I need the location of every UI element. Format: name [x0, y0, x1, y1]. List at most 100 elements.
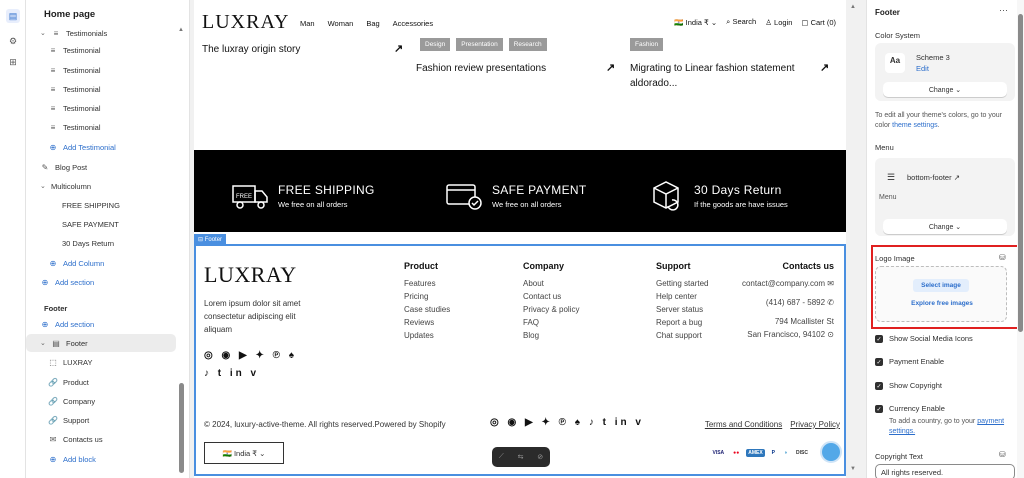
footer-link[interactable]: Contact us: [523, 290, 579, 303]
list-icon: ≡: [50, 84, 56, 94]
footer-link[interactable]: Chat support: [656, 329, 708, 342]
tree-item[interactable]: ⬚ LUXRAY: [26, 353, 176, 371]
show-social-icons-checkbox[interactable]: ✓ Show Social Media Icons: [875, 334, 973, 343]
contact-phone[interactable]: (414) 687 - 5892 ✆: [742, 296, 834, 309]
arrow-up-right-icon[interactable]: ↗: [394, 42, 403, 55]
settings-scrollbar[interactable]: [1017, 0, 1024, 478]
store-logo[interactable]: LUXRAY: [202, 11, 290, 34]
tree-item[interactable]: ≡ Testimonial: [26, 99, 176, 117]
gear-icon[interactable]: ⚙: [6, 34, 20, 48]
footer-link[interactable]: Blog: [523, 329, 579, 342]
tree-item[interactable]: ≡ Testimonial: [26, 41, 176, 59]
tree-item[interactable]: ≡ Testimonial: [26, 61, 176, 79]
blog-post-title[interactable]: The luxray origin story: [202, 44, 300, 55]
social-icons-row[interactable]: ♪ t in v: [204, 365, 324, 383]
nav-link-man[interactable]: Man: [300, 19, 315, 28]
apps-icon[interactable]: ⊞: [6, 55, 20, 69]
footer-link[interactable]: Pricing: [404, 290, 450, 303]
preview-scrollbar[interactable]: ▲ ▼: [850, 0, 856, 478]
change-scheme-button[interactable]: Change ⌄: [883, 82, 1007, 97]
nav-link-bag[interactable]: Bag: [366, 19, 379, 28]
scroll-down-icon[interactable]: ▼: [850, 466, 856, 472]
footer-link[interactable]: Updates: [404, 329, 450, 342]
footer-link[interactable]: Help center: [656, 290, 708, 303]
login-link[interactable]: ♙ Login: [765, 18, 792, 27]
tag[interactable]: Research: [508, 38, 547, 51]
more-options-icon[interactable]: ···: [999, 5, 1008, 15]
select-image-button[interactable]: Select image: [913, 279, 969, 292]
search-link[interactable]: ⌕ Search: [726, 17, 756, 27]
nav-link-accessories[interactable]: Accessories: [393, 19, 433, 28]
currency-enable-checkbox[interactable]: ✓ Currency Enable: [875, 404, 945, 413]
tree-add-item[interactable]: ⊕ Add section: [26, 315, 176, 333]
tree-item[interactable]: ≡ Testimonial: [26, 118, 176, 136]
arrow-up-right-icon[interactable]: ↗: [820, 61, 829, 74]
menu-name[interactable]: bottom-footer ↗: [907, 173, 960, 182]
privacy-link[interactable]: Privacy Policy: [790, 420, 840, 429]
tree-item[interactable]: 🔗 Support: [26, 411, 176, 429]
arrow-up-right-icon[interactable]: ↗: [606, 61, 615, 74]
tag[interactable]: Design: [420, 38, 451, 51]
dynamic-source-icon[interactable]: ⛁: [999, 450, 1006, 459]
cart-link[interactable]: ▢ Cart (0): [801, 18, 836, 27]
footer-link[interactable]: Privacy & policy: [523, 303, 579, 316]
nav-link-woman[interactable]: Woman: [328, 19, 354, 28]
tree-add-item[interactable]: ⊕ Add section: [26, 273, 176, 291]
footer-link[interactable]: Getting started: [656, 277, 708, 290]
tree-add-item[interactable]: ⊕ Add Column: [26, 254, 176, 272]
page-title[interactable]: Home page: [44, 9, 95, 20]
tree-item[interactable]: ⌄ ▤ Footer: [26, 334, 176, 352]
tree-item[interactable]: ≡ Testimonial: [26, 80, 176, 98]
layout-icon[interactable]: ▤: [6, 9, 20, 23]
tree-add-item[interactable]: ⊕ Add Testimonial: [26, 138, 176, 156]
country-selector[interactable]: 🇮🇳 India ₹ ⌄: [674, 18, 717, 27]
tree-item[interactable]: ✎ Blog Post: [26, 158, 176, 176]
terms-link[interactable]: Terms and Conditions: [705, 420, 782, 429]
change-menu-button[interactable]: Change ⌄: [883, 219, 1007, 234]
footer-section[interactable]: LUXRAY Lorem ipsum dolor sit amet consec…: [194, 244, 846, 476]
footer-link[interactable]: Features: [404, 277, 450, 290]
tree-add-item[interactable]: ⊕ Add block: [26, 450, 176, 468]
scroll-up-icon[interactable]: ▲: [178, 27, 184, 33]
copyright-text-input[interactable]: All rights reserved.: [875, 464, 1015, 478]
tree-item[interactable]: 30 Days Return: [26, 234, 176, 252]
swap-icon[interactable]: ⇆: [518, 453, 524, 461]
tree-item[interactable]: 🔗 Product: [26, 373, 176, 391]
tree-scrollbar[interactable]: [179, 383, 184, 473]
footer-link[interactable]: Reviews: [404, 316, 450, 329]
tag[interactable]: Presentation: [456, 38, 503, 51]
tree-item[interactable]: FREE SHIPPING: [26, 196, 176, 214]
footer-link[interactable]: Case studies: [404, 303, 450, 316]
hide-icon[interactable]: ⊘: [537, 453, 543, 461]
article-2-title[interactable]: Migrating to Linear fashion statement al…: [630, 61, 808, 91]
article-1-title[interactable]: Fashion review presentations: [416, 61, 596, 76]
footer-social-icons-inline[interactable]: ◎ ◉ ▶ ✦ ℗ ♠ ♪ t in v: [490, 417, 644, 428]
tree-item[interactable]: SAFE PAYMENT: [26, 215, 176, 233]
explore-free-images-link[interactable]: Explore free images: [876, 300, 1008, 307]
social-icons-row[interactable]: ◎ ◉ ▶ ✦ ℗ ♠: [204, 347, 324, 365]
scheme-edit-link[interactable]: Edit: [916, 64, 929, 73]
footer-country-selector[interactable]: 🇮🇳 India ₹ ⌄: [204, 442, 284, 464]
draw-icon[interactable]: ⟋: [499, 453, 504, 461]
scrollbar-thumb[interactable]: [1018, 14, 1023, 332]
tree-item[interactable]: ⌄ ≡ Testimonials: [26, 24, 176, 42]
theme-settings-link[interactable]: theme settings: [892, 122, 938, 129]
footer-link[interactable]: Report a bug: [656, 316, 708, 329]
contact-email[interactable]: contact@company.com ✉: [742, 277, 834, 290]
chevron-down-icon[interactable]: ⌄: [40, 29, 48, 37]
scroll-up-icon[interactable]: ▲: [850, 4, 856, 10]
chevron-down-icon[interactable]: ⌄: [40, 339, 48, 347]
payment-enable-checkbox[interactable]: ✓ Payment Enable: [875, 357, 944, 366]
tree-item[interactable]: 🔗 Company: [26, 392, 176, 410]
footer-link[interactable]: Server status: [656, 303, 708, 316]
show-copyright-checkbox[interactable]: ✓ Show Copyright: [875, 381, 942, 390]
chevron-down-icon[interactable]: ⌄: [40, 182, 48, 190]
tree-item[interactable]: ✉ Contacts us: [26, 430, 176, 448]
tree-item[interactable]: ⌄ Multicolumn: [26, 177, 176, 195]
tag[interactable]: Fashion: [630, 38, 664, 51]
footer-link[interactable]: FAQ: [523, 316, 579, 329]
chat-bubble-icon[interactable]: [820, 441, 842, 463]
dynamic-source-icon[interactable]: ⛁: [999, 253, 1006, 262]
footer-logo[interactable]: LUXRAY: [204, 262, 297, 288]
footer-link[interactable]: About: [523, 277, 579, 290]
